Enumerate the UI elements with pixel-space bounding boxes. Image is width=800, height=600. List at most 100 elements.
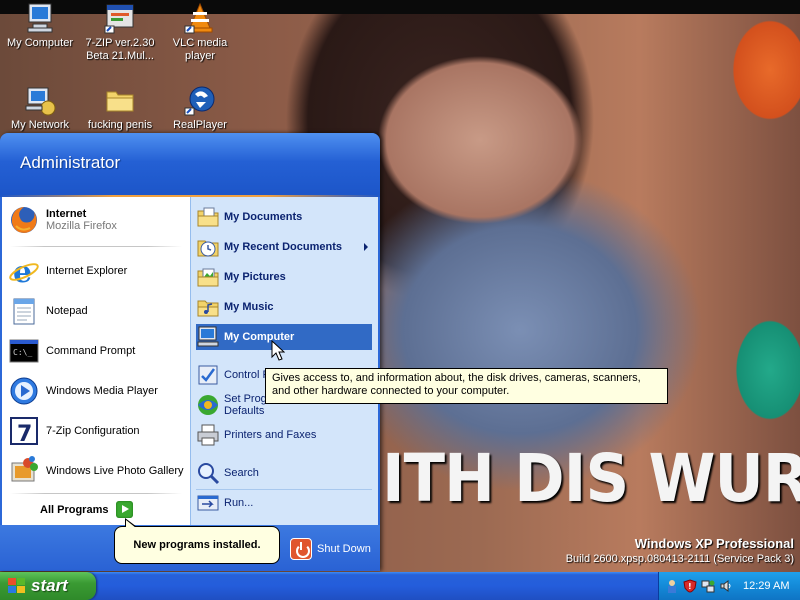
recent-item-windows-media-player[interactable]: Windows Media Player — [8, 374, 188, 408]
places-item-my-recent-documents[interactable]: My Recent Documents — [196, 234, 372, 260]
photo-gallery-icon — [8, 455, 40, 487]
recent-item-notepad[interactable]: Notepad — [8, 294, 188, 328]
desktop-icon-label: fucking penis — [87, 119, 153, 131]
pinned-item-label: Internet — [46, 208, 87, 220]
user-name: Administrator — [20, 153, 121, 172]
desktop-icon-label: RealPlayer — [173, 119, 227, 131]
volume-tray-icon[interactable] — [719, 579, 733, 593]
user-tray-icon[interactable] — [665, 579, 679, 593]
recent-documents-icon — [196, 235, 220, 259]
my-computer-icon — [24, 2, 56, 34]
new-programs-balloon[interactable]: New programs installed. — [114, 518, 280, 564]
start-menu-left-pane: Internet Mozilla Firefox e Internet Expl… — [2, 197, 190, 525]
program-defaults-icon — [196, 393, 220, 417]
desktop-icon-label: 7-ZIP ver.2.30 Beta 21.Mul... — [85, 37, 155, 62]
places-item-label-line2: Defaults — [224, 405, 265, 417]
places-item-printers-and-faxes[interactable]: Printers and Faxes — [196, 422, 372, 448]
recent-item-label: Windows Live Photo Gallery — [46, 465, 184, 477]
clock[interactable]: 12:29 AM — [743, 580, 789, 592]
recent-item-7zip-configuration[interactable]: 7 7-Zip Configuration — [8, 414, 188, 448]
separator — [10, 246, 182, 247]
internet-explorer-icon: e — [8, 255, 40, 290]
recent-item-internet-explorer[interactable]: e Internet Explorer — [8, 254, 188, 290]
documents-folder-icon — [196, 205, 220, 229]
all-programs-label: All Programs — [40, 503, 109, 516]
media-player-icon — [8, 375, 40, 407]
svg-text:7: 7 — [17, 422, 32, 447]
recent-item-command-prompt[interactable]: C:\_ Command Prompt — [8, 334, 188, 368]
desktop-icon-label: My Computer — [6, 37, 74, 49]
recent-item-label: Windows Media Player — [46, 385, 158, 397]
pinned-item-sublabel: Mozilla Firefox — [46, 220, 117, 232]
shut-down-button[interactable]: Shut Down — [290, 538, 371, 560]
desktop-icon-7zip-installer[interactable]: 7-ZIP ver.2.30 Beta 21.Mul... — [80, 2, 160, 63]
taskbar: start ! 12:29 AM — [0, 572, 800, 600]
realplayer-icon — [184, 84, 216, 116]
places-item-label: Search — [224, 467, 259, 479]
my-computer-tooltip: Gives access to, and information about, … — [265, 368, 668, 404]
printer-icon — [196, 423, 220, 447]
recent-item-label: Notepad — [46, 305, 88, 317]
command-prompt-icon: C:\_ — [8, 335, 40, 367]
wallpaper-text: ITH DIS WURLD — [382, 440, 800, 517]
recent-item-label: 7-Zip Configuration — [46, 425, 140, 437]
places-item-my-pictures[interactable]: My Pictures — [196, 264, 372, 290]
places-item-my-music[interactable]: My Music — [196, 294, 372, 320]
desktop-icon-vlc[interactable]: VLC media player — [160, 2, 240, 63]
search-icon — [196, 461, 220, 485]
places-item-label: Set Progr — [224, 393, 271, 405]
desktop-icon-label: My Network — [10, 119, 70, 131]
notepad-icon — [8, 295, 40, 327]
run-icon — [196, 491, 220, 515]
submenu-arrow-icon — [364, 243, 368, 251]
desktop-icon-my-network[interactable]: My Network — [0, 84, 80, 132]
control-panel-icon — [196, 363, 220, 387]
svg-text:C:\_: C:\_ — [13, 348, 32, 357]
all-programs-button[interactable]: All Programs — [40, 501, 134, 518]
installer-icon — [104, 2, 136, 34]
places-item-label: Control P — [224, 369, 270, 381]
seven-zip-icon: 7 — [8, 415, 40, 447]
desktop-icon-folder[interactable]: fucking penis — [80, 84, 160, 132]
start-menu: Administrator Internet Mozilla Firefox e… — [0, 133, 380, 571]
music-folder-icon — [196, 295, 220, 319]
green-arrow-icon — [116, 501, 134, 518]
places-item-label: Run... — [224, 497, 254, 509]
windows-edition: Windows XP Professional — [634, 536, 794, 551]
vlc-cone-icon — [184, 2, 216, 34]
system-tray: ! 12:29 AM — [658, 572, 800, 600]
desktop-icon-my-computer[interactable]: My Computer — [0, 2, 80, 50]
places-item-my-documents[interactable]: My Documents — [196, 204, 372, 230]
places-item-search[interactable]: Search — [196, 460, 372, 486]
my-computer-icon — [196, 325, 220, 349]
places-item-run[interactable]: Run... — [196, 490, 372, 516]
power-icon — [290, 538, 312, 560]
shut-down-label: Shut Down — [317, 543, 371, 555]
windows-version-watermark: Windows XP Professional Build 2600.xpsp.… — [566, 536, 794, 565]
recent-item-windows-live-photo-gallery[interactable]: Windows Live Photo Gallery — [8, 454, 188, 488]
start-menu-header: Administrator — [0, 133, 380, 197]
start-button[interactable]: start — [0, 572, 96, 600]
desktop-icon-realplayer[interactable]: RealPlayer — [160, 84, 240, 132]
mouse-cursor-icon — [271, 339, 286, 365]
places-item-label: My Pictures — [224, 271, 286, 283]
places-item-label: Printers and Faxes — [224, 429, 317, 441]
svg-text:!: ! — [688, 582, 692, 591]
windows-logo-icon — [8, 578, 26, 594]
folder-icon — [104, 84, 136, 116]
network-icon — [24, 84, 56, 116]
pictures-folder-icon — [196, 265, 220, 289]
places-item-label: My Recent Documents — [224, 241, 342, 253]
start-label: start — [31, 576, 68, 595]
recent-item-label: Command Prompt — [46, 345, 136, 357]
windows-build: Build 2600.xpsp.080413-2111 (Service Pac… — [565, 553, 794, 565]
security-shield-icon[interactable]: ! — [683, 579, 697, 593]
network-tray-icon[interactable] — [701, 579, 715, 593]
firefox-icon — [8, 204, 40, 236]
pinned-item-internet[interactable]: Internet Mozilla Firefox — [8, 203, 188, 237]
desktop-icon-label: VLC media player — [172, 37, 228, 62]
recent-item-label: Internet Explorer — [46, 265, 128, 277]
places-item-label: My Music — [224, 301, 274, 313]
separator — [10, 493, 182, 494]
places-item-label: My Documents — [224, 211, 303, 223]
